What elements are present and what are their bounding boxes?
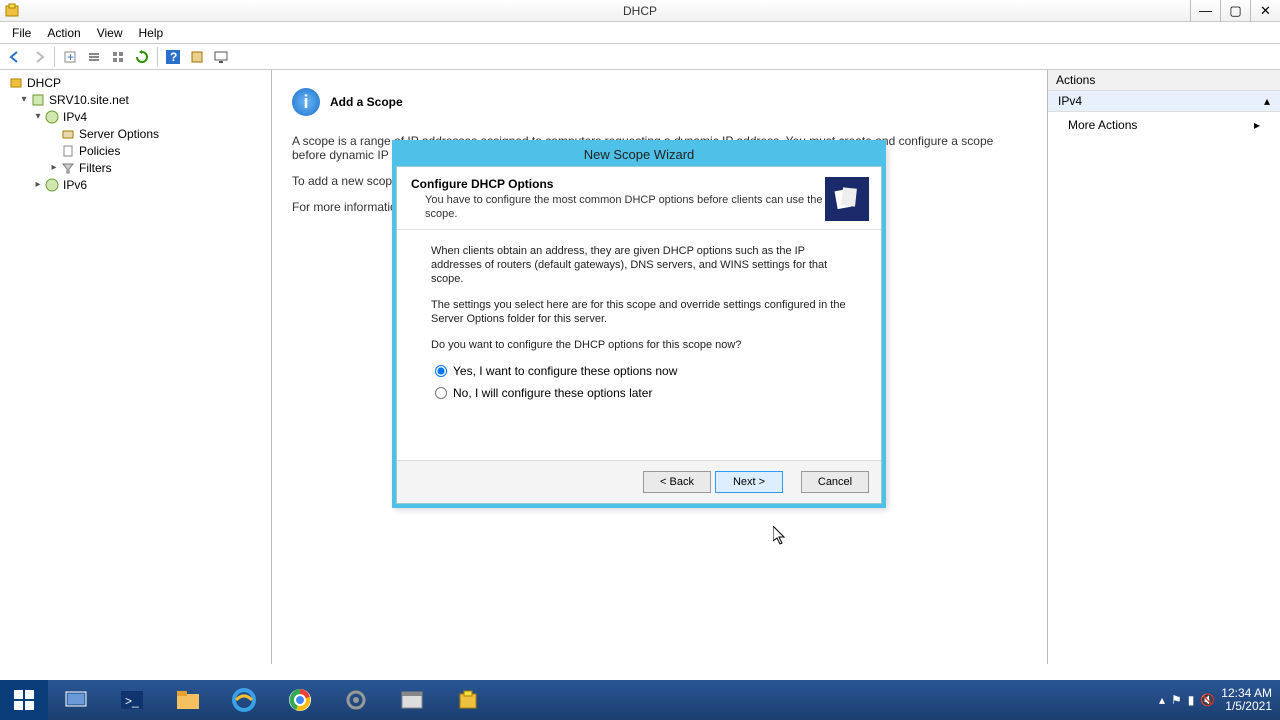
wizard-body1: When clients obtain an address, they are… [431,244,847,286]
add-icon[interactable]: + [59,46,81,68]
actions-title: Actions [1048,70,1280,91]
tree-ipv6[interactable]: ▸ IPv6 [4,176,271,193]
radio-yes-label: Yes, I want to configure these options n… [453,364,677,378]
tree-server[interactable]: ▾ SRV10.site.net [4,91,271,108]
wizard-subheader: You have to configure the most common DH… [411,193,825,221]
radio-no-input[interactable] [435,387,447,399]
tree-server-label: SRV10.site.net [49,93,129,107]
menu-file[interactable]: File [4,24,39,42]
grid-icon[interactable] [107,46,129,68]
more-actions[interactable]: More Actions ▸ [1048,112,1280,138]
task-powershell[interactable]: >_ [104,680,160,720]
radio-yes[interactable]: Yes, I want to configure these options n… [435,364,847,378]
task-explorer[interactable] [160,680,216,720]
wizard-body3: Do you want to configure the DHCP option… [431,338,847,352]
taskbar: >_ ▴ ⚑ ▮ 🔇 12:34 AM 1/5/2021 [0,680,1280,720]
actions-section[interactable]: IPv4 ▴ [1048,91,1280,112]
options-icon [60,126,76,142]
mouse-cursor-icon [773,526,789,546]
app-icon [4,3,20,19]
tree-ipv6-label: IPv6 [63,178,87,192]
wizard-body2: The settings you select here are for thi… [431,298,847,326]
info-icon: i [292,88,320,116]
server-icon [30,92,46,108]
collapse-icon: ▴ [1264,94,1270,108]
wizard-dialog: New Scope Wizard Configure DHCP Options … [392,140,886,508]
filters-icon [60,160,76,176]
menu-help[interactable]: Help [131,24,172,42]
tree-server-options-label: Server Options [79,127,159,141]
task-server-manager[interactable] [48,680,104,720]
actions-pane: Actions IPv4 ▴ More Actions ▸ [1048,70,1280,664]
tray-network-icon[interactable]: ▮ [1188,693,1195,707]
monitor-icon[interactable] [210,46,232,68]
svg-text:>_: >_ [125,694,139,708]
actions-section-label: IPv4 [1058,94,1082,108]
tree-policies-label: Policies [79,144,120,158]
svg-text:?: ? [170,50,177,64]
tray-chevron-icon[interactable]: ▴ [1159,693,1165,707]
collapse-icon[interactable]: ▾ [18,94,30,105]
tree-server-options[interactable]: Server Options [4,125,271,142]
radio-no-label: No, I will configure these options later [453,386,652,400]
dhcp-icon [8,75,24,91]
task-ie[interactable] [216,680,272,720]
tree-ipv4-label: IPv4 [63,110,87,124]
task-window[interactable] [384,680,440,720]
svg-text:+: + [67,50,74,64]
wizard-title: New Scope Wizard [396,144,882,166]
tray-flag-icon[interactable]: ⚑ [1171,693,1182,707]
tree-filters-label: Filters [79,161,112,175]
collapse-icon[interactable]: ▾ [32,111,44,122]
start-button[interactable] [0,680,48,720]
maximize-button[interactable]: ▢ [1220,0,1250,22]
ipv4-icon [44,109,60,125]
window-titlebar: DHCP — ▢ ✕ [0,0,1280,22]
menu-bar: File Action View Help [0,22,1280,44]
chevron-right-icon: ▸ [1254,118,1260,132]
radio-no[interactable]: No, I will configure these options later [435,386,847,400]
help-icon[interactable]: ? [162,46,184,68]
cancel-button[interactable]: Cancel [801,471,869,493]
back-button[interactable]: < Back [643,471,711,493]
window-title: DHCP [623,4,657,18]
expand-icon[interactable]: ▸ [32,179,44,190]
close-button[interactable]: ✕ [1250,0,1280,22]
tree-root[interactable]: DHCP [4,74,271,91]
menu-action[interactable]: Action [39,24,88,42]
wizard-header: Configure DHCP Options [411,177,825,191]
refresh-icon[interactable] [131,46,153,68]
tray-date: 1/5/2021 [1221,700,1272,713]
menu-view[interactable]: View [89,24,131,42]
tray-volume-icon[interactable]: 🔇 [1200,693,1215,707]
radio-yes-input[interactable] [435,365,447,377]
task-dhcp[interactable] [440,680,496,720]
list-icon[interactable] [83,46,105,68]
ipv6-icon [44,177,60,193]
tree-pane: DHCP ▾ SRV10.site.net ▾ IPv4 Server Opti… [0,70,272,664]
tree-root-label: DHCP [27,76,61,90]
back-icon[interactable] [4,46,26,68]
next-button[interactable]: Next > [715,471,783,493]
forward-icon[interactable] [28,46,50,68]
wizard-graphic-icon [825,177,869,221]
task-chrome[interactable] [272,680,328,720]
expand-icon[interactable]: ▸ [48,162,60,173]
tree-ipv4[interactable]: ▾ IPv4 [4,108,271,125]
tray-clock[interactable]: 12:34 AM 1/5/2021 [1221,687,1272,713]
task-settings[interactable] [328,680,384,720]
tree-policies[interactable]: Policies [4,142,271,159]
minimize-button[interactable]: — [1190,0,1220,22]
more-actions-label: More Actions [1068,118,1137,132]
policies-icon [60,143,76,159]
content-heading: Add a Scope [330,95,403,109]
properties-icon[interactable] [186,46,208,68]
toolbar: + ? [0,44,1280,70]
tree-filters[interactable]: ▸ Filters [4,159,271,176]
